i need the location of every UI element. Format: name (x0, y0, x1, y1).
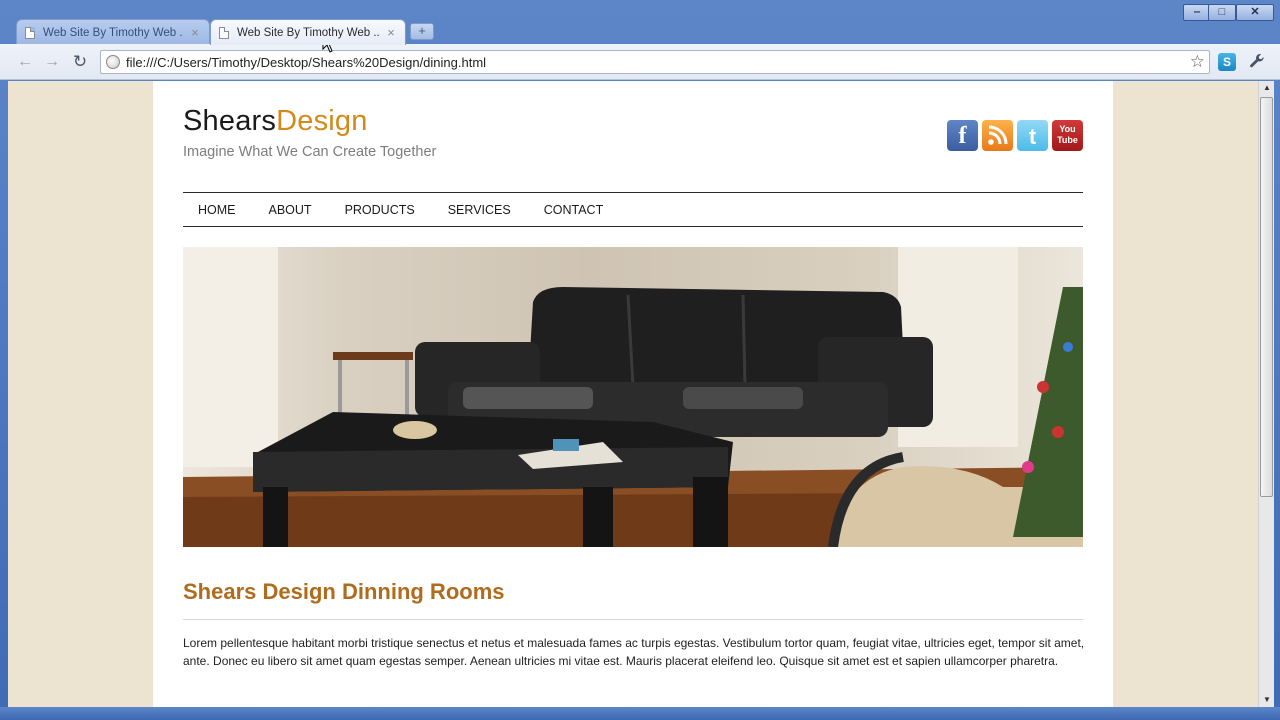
tab-inactive[interactable]: Web Site By Timothy Web ... × (16, 19, 210, 45)
tab-close-icon[interactable]: × (189, 25, 201, 40)
living-room-illustration (183, 247, 1083, 547)
scroll-up-arrow-icon[interactable]: ▲ (1259, 81, 1275, 95)
tab-active[interactable]: Web Site By Timothy Web ... × (210, 19, 406, 45)
new-tab-button[interactable]: + (410, 23, 434, 40)
minimize-button[interactable]: ‒ (1183, 4, 1211, 21)
globe-icon (106, 55, 120, 69)
vertical-scrollbar[interactable]: ▲ ▼ (1258, 81, 1274, 707)
nav-contact[interactable]: CONTACT (544, 203, 604, 217)
page-viewport: ShearsDesign Imagine What We Can Create … (8, 81, 1258, 707)
wrench-icon (1250, 54, 1264, 68)
browser-toolbar: ← → ↻ file:///C:/Users/Timothy/Desktop/S… (0, 44, 1280, 80)
main-nav: HOME ABOUT PRODUCTS SERVICES CONTACT (183, 193, 1083, 226)
nav-bottom-rule (183, 226, 1083, 227)
url-text[interactable]: file:///C:/Users/Timothy/Desktop/Shears%… (126, 55, 486, 70)
hero-image (183, 247, 1083, 547)
page-icon (25, 26, 35, 39)
facebook-icon[interactable]: f (947, 120, 978, 151)
extension-icon[interactable]: S (1218, 53, 1236, 71)
back-button[interactable]: ← (16, 53, 34, 71)
address-bar[interactable]: file:///C:/Users/Timothy/Desktop/Shears%… (100, 50, 1210, 74)
tab-strip: Web Site By Timothy Web ... × Web Site B… (0, 0, 1280, 45)
wrench-menu-icon[interactable] (1248, 53, 1266, 71)
site-logo[interactable]: ShearsDesign (183, 105, 368, 138)
window-bottom-border (0, 707, 1280, 720)
rss-glyph (988, 125, 1008, 145)
bookmark-star-icon[interactable]: ☆ (1190, 52, 1205, 72)
nav-products[interactable]: PRODUCTS (345, 203, 415, 217)
reload-button[interactable]: ↻ (71, 53, 89, 71)
scroll-down-arrow-icon[interactable]: ▼ (1259, 693, 1275, 707)
logo-text-shears: Shears (183, 105, 277, 137)
site-page: ShearsDesign Imagine What We Can Create … (153, 81, 1113, 707)
youtube-icon[interactable]: You Tube (1052, 120, 1083, 151)
youtube-text-bottom: Tube (1057, 135, 1078, 145)
rss-icon[interactable] (982, 120, 1013, 151)
youtube-text-top: You (1059, 124, 1076, 134)
page-heading: Shears Design Dinning Rooms (183, 579, 505, 604)
nav-about[interactable]: ABOUT (269, 203, 312, 217)
tab-title: Web Site By Timothy Web ... (237, 26, 379, 39)
body-paragraph: Lorem pellentesque habitant morbi tristi… (183, 636, 1085, 668)
close-window-button[interactable]: ✕ (1236, 4, 1274, 21)
nav-services[interactable]: SERVICES (448, 203, 511, 217)
scrollbar-thumb[interactable] (1260, 97, 1273, 497)
forward-button[interactable]: → (43, 53, 61, 71)
logo-text-design: Design (276, 105, 368, 137)
tab-close-icon[interactable]: × (385, 25, 397, 40)
heading-divider (183, 619, 1083, 620)
tab-title: Web Site By Timothy Web ... (43, 26, 183, 39)
site-tagline: Imagine What We Can Create Together (183, 144, 437, 160)
twitter-icon[interactable]: t (1017, 120, 1048, 151)
maximize-button[interactable]: □ (1208, 4, 1236, 21)
nav-home[interactable]: HOME (198, 203, 236, 217)
page-icon (219, 26, 229, 39)
